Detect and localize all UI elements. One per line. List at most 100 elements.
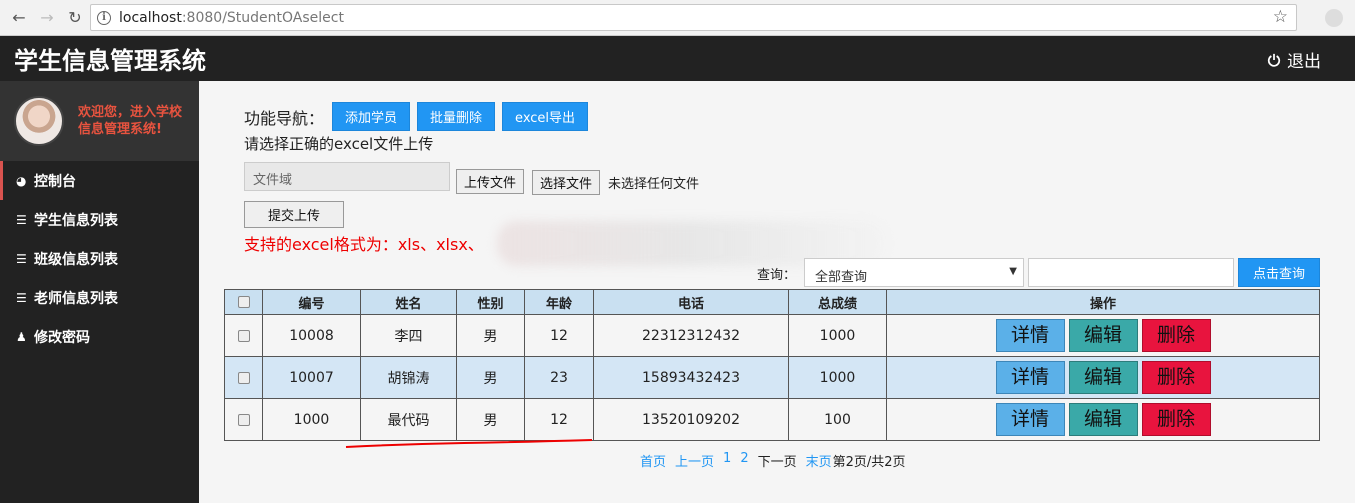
cell-age: 23 xyxy=(524,356,594,399)
select-all-checkbox[interactable] xyxy=(237,296,250,308)
detail-button[interactable]: 详情 xyxy=(995,403,1065,436)
sidebar-item-teachers[interactable]: ☰ 老师信息列表 xyxy=(0,278,199,317)
cell-actions: 详情 编辑 删除 xyxy=(886,314,1320,357)
table-row: 10008 李四 男 12 22312312432 1000 详情 编辑 删除 xyxy=(224,314,1320,357)
upload-file-button[interactable]: 上传文件 xyxy=(456,169,525,194)
logout-label: 退出 xyxy=(1287,52,1321,72)
page-status: 第2页/共2页 xyxy=(832,455,906,470)
col-phone: 电话 xyxy=(593,289,789,315)
no-file-text: 未选择任何文件 xyxy=(608,177,700,192)
sidebar: 欢迎您，进入学校信息管理系统! ◕ 控制台 ☰ 学生信息列表 ☰ 班级信息列表 … xyxy=(0,81,199,503)
submit-upload-button[interactable]: 提交上传 xyxy=(244,201,344,228)
last-page-link[interactable]: 末页 xyxy=(806,451,832,470)
back-arrow-icon[interactable]: ← xyxy=(8,7,30,29)
sidebar-item-classes[interactable]: ☰ 班级信息列表 xyxy=(0,239,199,278)
avatar xyxy=(14,96,64,146)
address-bar[interactable]: i localhost:8080/StudentOAselect ☆ xyxy=(90,4,1297,31)
cell-age: 12 xyxy=(524,398,594,441)
first-page-link[interactable]: 首页 xyxy=(640,451,666,470)
red-underline-mark xyxy=(345,439,593,448)
sidebar-item-label: 班级信息列表 xyxy=(34,251,118,268)
cell-id: 10007 xyxy=(262,356,361,399)
cell-score: 1000 xyxy=(788,356,887,399)
list-icon: ☰ xyxy=(16,290,27,305)
page-2-link[interactable]: 2 xyxy=(740,451,748,470)
function-nav: 功能导航： 添加学员 批量删除 excel导出 xyxy=(244,102,595,131)
col-gender: 性别 xyxy=(456,289,525,315)
row-select-cell xyxy=(224,314,263,357)
format-tip: 支持的excel格式为：xls、xlsx、 xyxy=(244,235,484,254)
row-select-cell xyxy=(224,398,263,441)
url-path: :8080/StudentOAselect xyxy=(181,9,344,26)
query-button[interactable]: 点击查询 xyxy=(1238,258,1320,287)
row-checkbox[interactable] xyxy=(237,329,250,342)
app-title: 学生信息管理系统 xyxy=(14,47,206,75)
col-score: 总成绩 xyxy=(788,289,887,315)
nav-label: 功能导航： xyxy=(244,108,325,128)
delete-button[interactable]: 删除 xyxy=(1141,361,1211,394)
welcome-text: 欢迎您，进入学校信息管理系统! xyxy=(78,105,183,137)
next-page-text: 下一页 xyxy=(757,455,797,470)
cell-name: 胡锦涛 xyxy=(360,356,457,399)
logout-button[interactable]: 退出 xyxy=(1267,47,1321,72)
dropdown-arrow-icon: ▼ xyxy=(1009,266,1017,277)
cell-id: 1000 xyxy=(262,398,361,441)
reload-icon[interactable]: ↻ xyxy=(64,7,86,29)
url-host: localhost xyxy=(119,9,182,26)
cell-name: 李四 xyxy=(360,314,457,357)
pagination: 首页 上一页 1 2 下一页 末页 第2页/共2页 xyxy=(640,451,906,470)
cell-age: 12 xyxy=(524,314,594,357)
file-path-field[interactable]: 文件域 xyxy=(244,162,450,191)
detail-button[interactable]: 详情 xyxy=(995,319,1065,352)
sidebar-item-students[interactable]: ☰ 学生信息列表 xyxy=(0,200,199,239)
cell-gender: 男 xyxy=(456,356,525,399)
query-label: 查询： xyxy=(757,268,797,283)
sidebar-item-label: 修改密码 xyxy=(34,329,90,346)
browser-toolbar: ← → ↻ i localhost:8080/StudentOAselect ☆ xyxy=(0,0,1355,36)
cell-score: 1000 xyxy=(788,314,887,357)
list-icon: ☰ xyxy=(16,251,27,266)
delete-button[interactable]: 删除 xyxy=(1141,403,1211,436)
batch-delete-button[interactable]: 批量删除 xyxy=(417,102,496,131)
power-icon xyxy=(1267,53,1281,67)
table-header: 编号 姓名 性别 年龄 电话 总成绩 操作 xyxy=(224,289,1320,315)
detail-button[interactable]: 详情 xyxy=(995,361,1065,394)
sidebar-item-label: 学生信息列表 xyxy=(34,212,118,229)
choose-file-button[interactable]: 选择文件 xyxy=(532,170,601,195)
cell-score: 100 xyxy=(788,398,887,441)
page-1-link[interactable]: 1 xyxy=(723,451,731,470)
main-content: 功能导航： 添加学员 批量删除 excel导出 请选择正确的excel文件上传 … xyxy=(199,81,1355,503)
query-select-value: 全部查询 xyxy=(815,270,868,285)
col-age: 年龄 xyxy=(524,289,594,315)
excel-export-button[interactable]: excel导出 xyxy=(502,102,589,131)
delete-button[interactable]: 删除 xyxy=(1141,319,1211,352)
forward-arrow-icon[interactable]: → xyxy=(36,7,58,29)
add-student-button[interactable]: 添加学员 xyxy=(332,102,411,131)
sidebar-item-password[interactable]: ♟ 修改密码 xyxy=(0,317,199,356)
user-icon: ♟ xyxy=(16,329,27,344)
prev-page-link[interactable]: 上一页 xyxy=(675,451,714,470)
row-checkbox[interactable] xyxy=(237,371,250,384)
query-input[interactable] xyxy=(1028,258,1234,287)
bookmark-star-icon[interactable]: ☆ xyxy=(1273,7,1288,27)
edit-button[interactable]: 编辑 xyxy=(1068,361,1138,394)
cell-id: 10008 xyxy=(262,314,361,357)
row-select-cell xyxy=(224,356,263,399)
select-all-cell xyxy=(224,289,263,315)
sidebar-item-dashboard[interactable]: ◕ 控制台 xyxy=(0,161,199,200)
list-icon: ☰ xyxy=(16,212,27,227)
info-icon[interactable]: i xyxy=(97,10,111,25)
cell-phone: 22312312432 xyxy=(593,314,789,357)
row-checkbox[interactable] xyxy=(237,413,250,426)
query-type-select[interactable]: 全部查询 ▼ xyxy=(804,258,1024,287)
cell-actions: 详情 编辑 删除 xyxy=(886,356,1320,399)
edit-button[interactable]: 编辑 xyxy=(1068,403,1138,436)
student-table: 编号 姓名 性别 年龄 电话 总成绩 操作 10008 李四 男 12 2231… xyxy=(224,289,1320,441)
extension-icon[interactable] xyxy=(1325,9,1343,27)
dashboard-icon: ◕ xyxy=(16,173,27,188)
app-header: 学生信息管理系统 退出 xyxy=(0,36,1355,81)
query-bar: 查询： 全部查询 ▼ 点击查询 xyxy=(199,258,1355,288)
edit-button[interactable]: 编辑 xyxy=(1068,319,1138,352)
user-panel: 欢迎您，进入学校信息管理系统! xyxy=(0,81,199,161)
table-row: 10007 胡锦涛 男 23 15893432423 1000 详情 编辑 删除 xyxy=(224,356,1320,399)
